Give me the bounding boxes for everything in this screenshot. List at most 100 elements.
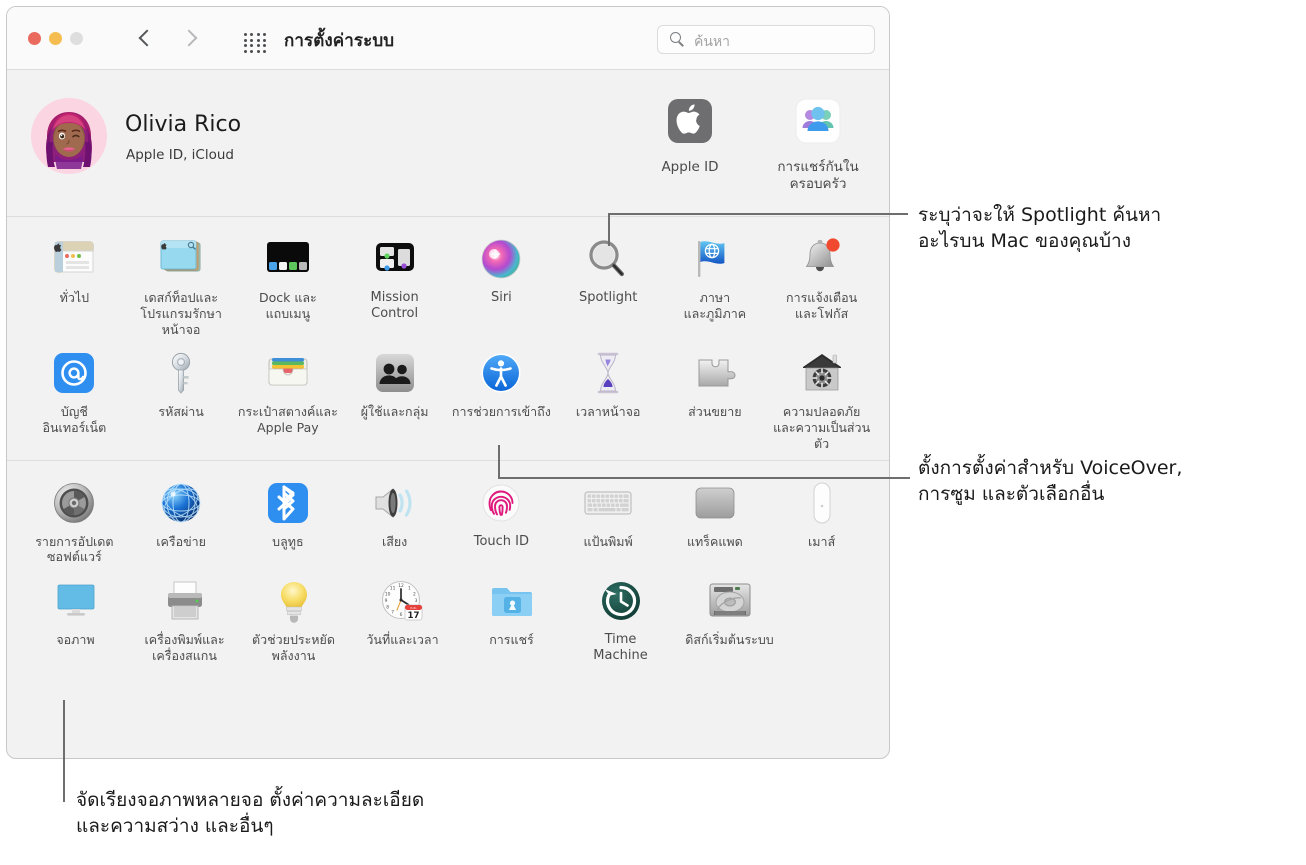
pref-users-groups[interactable]: ผู้ใช้และกลุ่ม [341,337,448,451]
pref-label: Touch ID [473,533,530,549]
network-globe-icon [155,477,207,529]
preferences-row: ทั่วไป เดสก์ท็อปและ โปรแกรมรักษาหน้าจอ D… [7,223,889,337]
sharing-folder-icon [486,575,538,627]
avatar[interactable] [31,98,107,174]
pref-label: บลูทูธ [272,533,304,549]
pref-screen-time[interactable]: เวลาหน้าจอ [555,337,662,451]
callout-spotlight: ระบุว่าจะให้ Spotlight ค้นหา อะไรบน Mac … [918,204,1162,253]
pref-label: Apple ID [661,159,719,175]
page-title: การตั้งค่าระบบ [284,31,395,51]
keyboard-icon [582,477,634,529]
pref-general[interactable]: ทั่วไป [21,223,128,337]
pref-mission-control[interactable]: Mission Control [341,223,448,337]
pref-label: เวลาหน้าจอ [575,404,641,420]
svg-text:ก.ค.: ก.ค. [410,606,416,610]
preferences-row: จอภาพ เครื่องพิมพ์และ เครื่องสแกน ตัวช่ว… [7,565,889,665]
pref-passwords[interactable]: รหัสผ่าน [128,337,235,451]
pref-network[interactable]: เครือข่าย [128,467,235,566]
wallet-applepay-icon [262,347,314,399]
pref-label: Time Machine [593,632,648,664]
pref-sound[interactable]: เสียง [341,467,448,566]
pref-label: ทั่วไป [59,290,90,305]
language-region-icon [689,233,741,285]
minimize-button[interactable] [49,32,62,45]
svg-text:2: 2 [413,592,416,598]
svg-text:6: 6 [399,612,402,618]
pref-printers-scanners[interactable]: เครื่องพิมพ์และ เครื่องสแกน [130,565,239,665]
search-icon [670,32,685,47]
pref-accessibility[interactable]: การช่วยการเข้าถึง [448,337,555,451]
startup-disk-icon [704,575,756,627]
pref-displays[interactable]: จอภาพ [21,565,130,665]
callout-displays: จัดเรียงจอภาพหลายจอ ตั้งค่าความละเอียด แ… [76,789,425,838]
pref-startup-disk[interactable]: ดิสก์เริ่มต้นระบบ [675,565,784,665]
pref-label: รายการอัปเดต ซอฟต์แวร์ [35,533,114,565]
users-groups-icon [369,347,421,399]
traffic-lights [28,32,83,45]
pref-notifications-focus[interactable]: การแจ้งเตือน และโฟกัส [768,223,875,337]
software-update-icon [48,477,100,529]
search-placeholder: ค้นหา [694,34,731,50]
back-arrow-icon[interactable] [137,27,155,51]
callout-leader-spotlight-vertical [608,214,610,246]
zoom-button[interactable] [70,32,83,45]
family-sharing-icon [792,97,844,149]
callout-leader-accessibility-horizontal [498,477,910,479]
screen-time-icon [582,347,634,399]
pref-touch-id[interactable]: Touch ID [448,467,555,566]
pref-label: กระเป๋าสตางค์และ Apple Pay [237,404,338,435]
navigation-arrows [137,27,198,51]
preferences-section-personal: ทั่วไป เดสก์ท็อปและ โปรแกรมรักษาหน้าจอ D… [7,217,889,460]
search-input[interactable]: ค้นหา [657,25,875,54]
pref-date-time[interactable]: 1212 345 678 91011 [348,565,457,665]
pref-internet-accounts[interactable]: บัญชี อินเทอร์เน็ต [21,337,128,451]
pref-label: Siri [490,290,512,305]
dock-menubar-icon [262,233,314,285]
pref-family-sharing[interactable]: การแชร์กันใน ครอบครัว [771,97,865,194]
desktop-screensaver-icon [155,233,207,285]
pref-software-update[interactable]: รายการอัปเดต ซอฟต์แวร์ [21,467,128,566]
pref-time-machine[interactable]: Time Machine [566,565,675,665]
pref-sharing[interactable]: การแชร์ [457,565,566,665]
pref-label: ดิสก์เริ่มต้นระบบ [685,632,774,647]
pref-label: บัญชี อินเทอร์เน็ต [42,404,107,435]
general-icon [48,233,100,285]
date-time-icon: 1212 345 678 91011 [377,575,429,627]
passwords-key-icon [155,347,207,399]
pref-label: ตัวช่วยประหยัด พลังงาน [251,632,335,663]
show-all-grid-icon[interactable] [244,33,267,53]
pref-wallet-applepay[interactable]: กระเป๋าสตางค์และ Apple Pay [235,337,342,451]
pref-label: Mission Control [370,290,419,322]
preferences-row: บัญชี อินเทอร์เน็ต รหัสผ่าน กระเป๋าสตางค… [7,337,889,451]
pref-language-region[interactable]: ภาษา และภูมิภาค [662,223,769,337]
account-subtitle: Apple ID, iCloud [126,147,234,163]
forward-arrow-icon[interactable] [180,27,198,51]
pref-desktop-screensaver[interactable]: เดสก์ท็อปและ โปรแกรมรักษาหน้าจอ [128,223,235,337]
callout-accessibility: ตั้งการตั้งค่าสำหรับ VoiceOver, การซูม แ… [918,457,1183,506]
sound-icon [369,477,421,529]
pref-energy-saver[interactable]: ตัวช่วยประหยัด พลังงาน [239,565,348,665]
pref-label: ส่วนขยาย [688,404,742,420]
accessibility-icon [475,347,527,399]
pref-mouse[interactable]: เมาส์ [768,467,875,566]
displays-icon [50,575,102,627]
pref-label: แทร็คแพด [686,533,743,549]
pref-label: ผู้ใช้และกลุ่ม [360,404,429,420]
pref-label: จอภาพ [56,632,95,647]
pref-trackpad[interactable]: แทร็คแพด [662,467,769,566]
close-button[interactable] [28,32,41,45]
pref-label: การแชร์ [489,632,534,647]
svg-text:1: 1 [408,585,411,591]
svg-text:3: 3 [414,598,417,604]
mouse-icon [796,477,848,529]
pref-keyboard[interactable]: แป้นพิมพ์ [555,467,662,566]
pref-apple-id[interactable]: Apple ID [643,97,737,194]
pref-siri[interactable]: Siri [448,223,555,337]
pref-bluetooth[interactable]: บลูทูธ [235,467,342,566]
pref-dock-menubar[interactable]: Dock และ แถบเมนู [235,223,342,337]
svg-text:7: 7 [391,609,394,615]
energy-saver-icon [268,575,320,627]
pref-security-privacy[interactable]: ความปลอดภัย และความเป็นส่วนตัว [768,337,875,451]
pref-label: ภาษา และภูมิภาค [683,290,747,321]
pref-extensions[interactable]: ส่วนขยาย [662,337,769,451]
